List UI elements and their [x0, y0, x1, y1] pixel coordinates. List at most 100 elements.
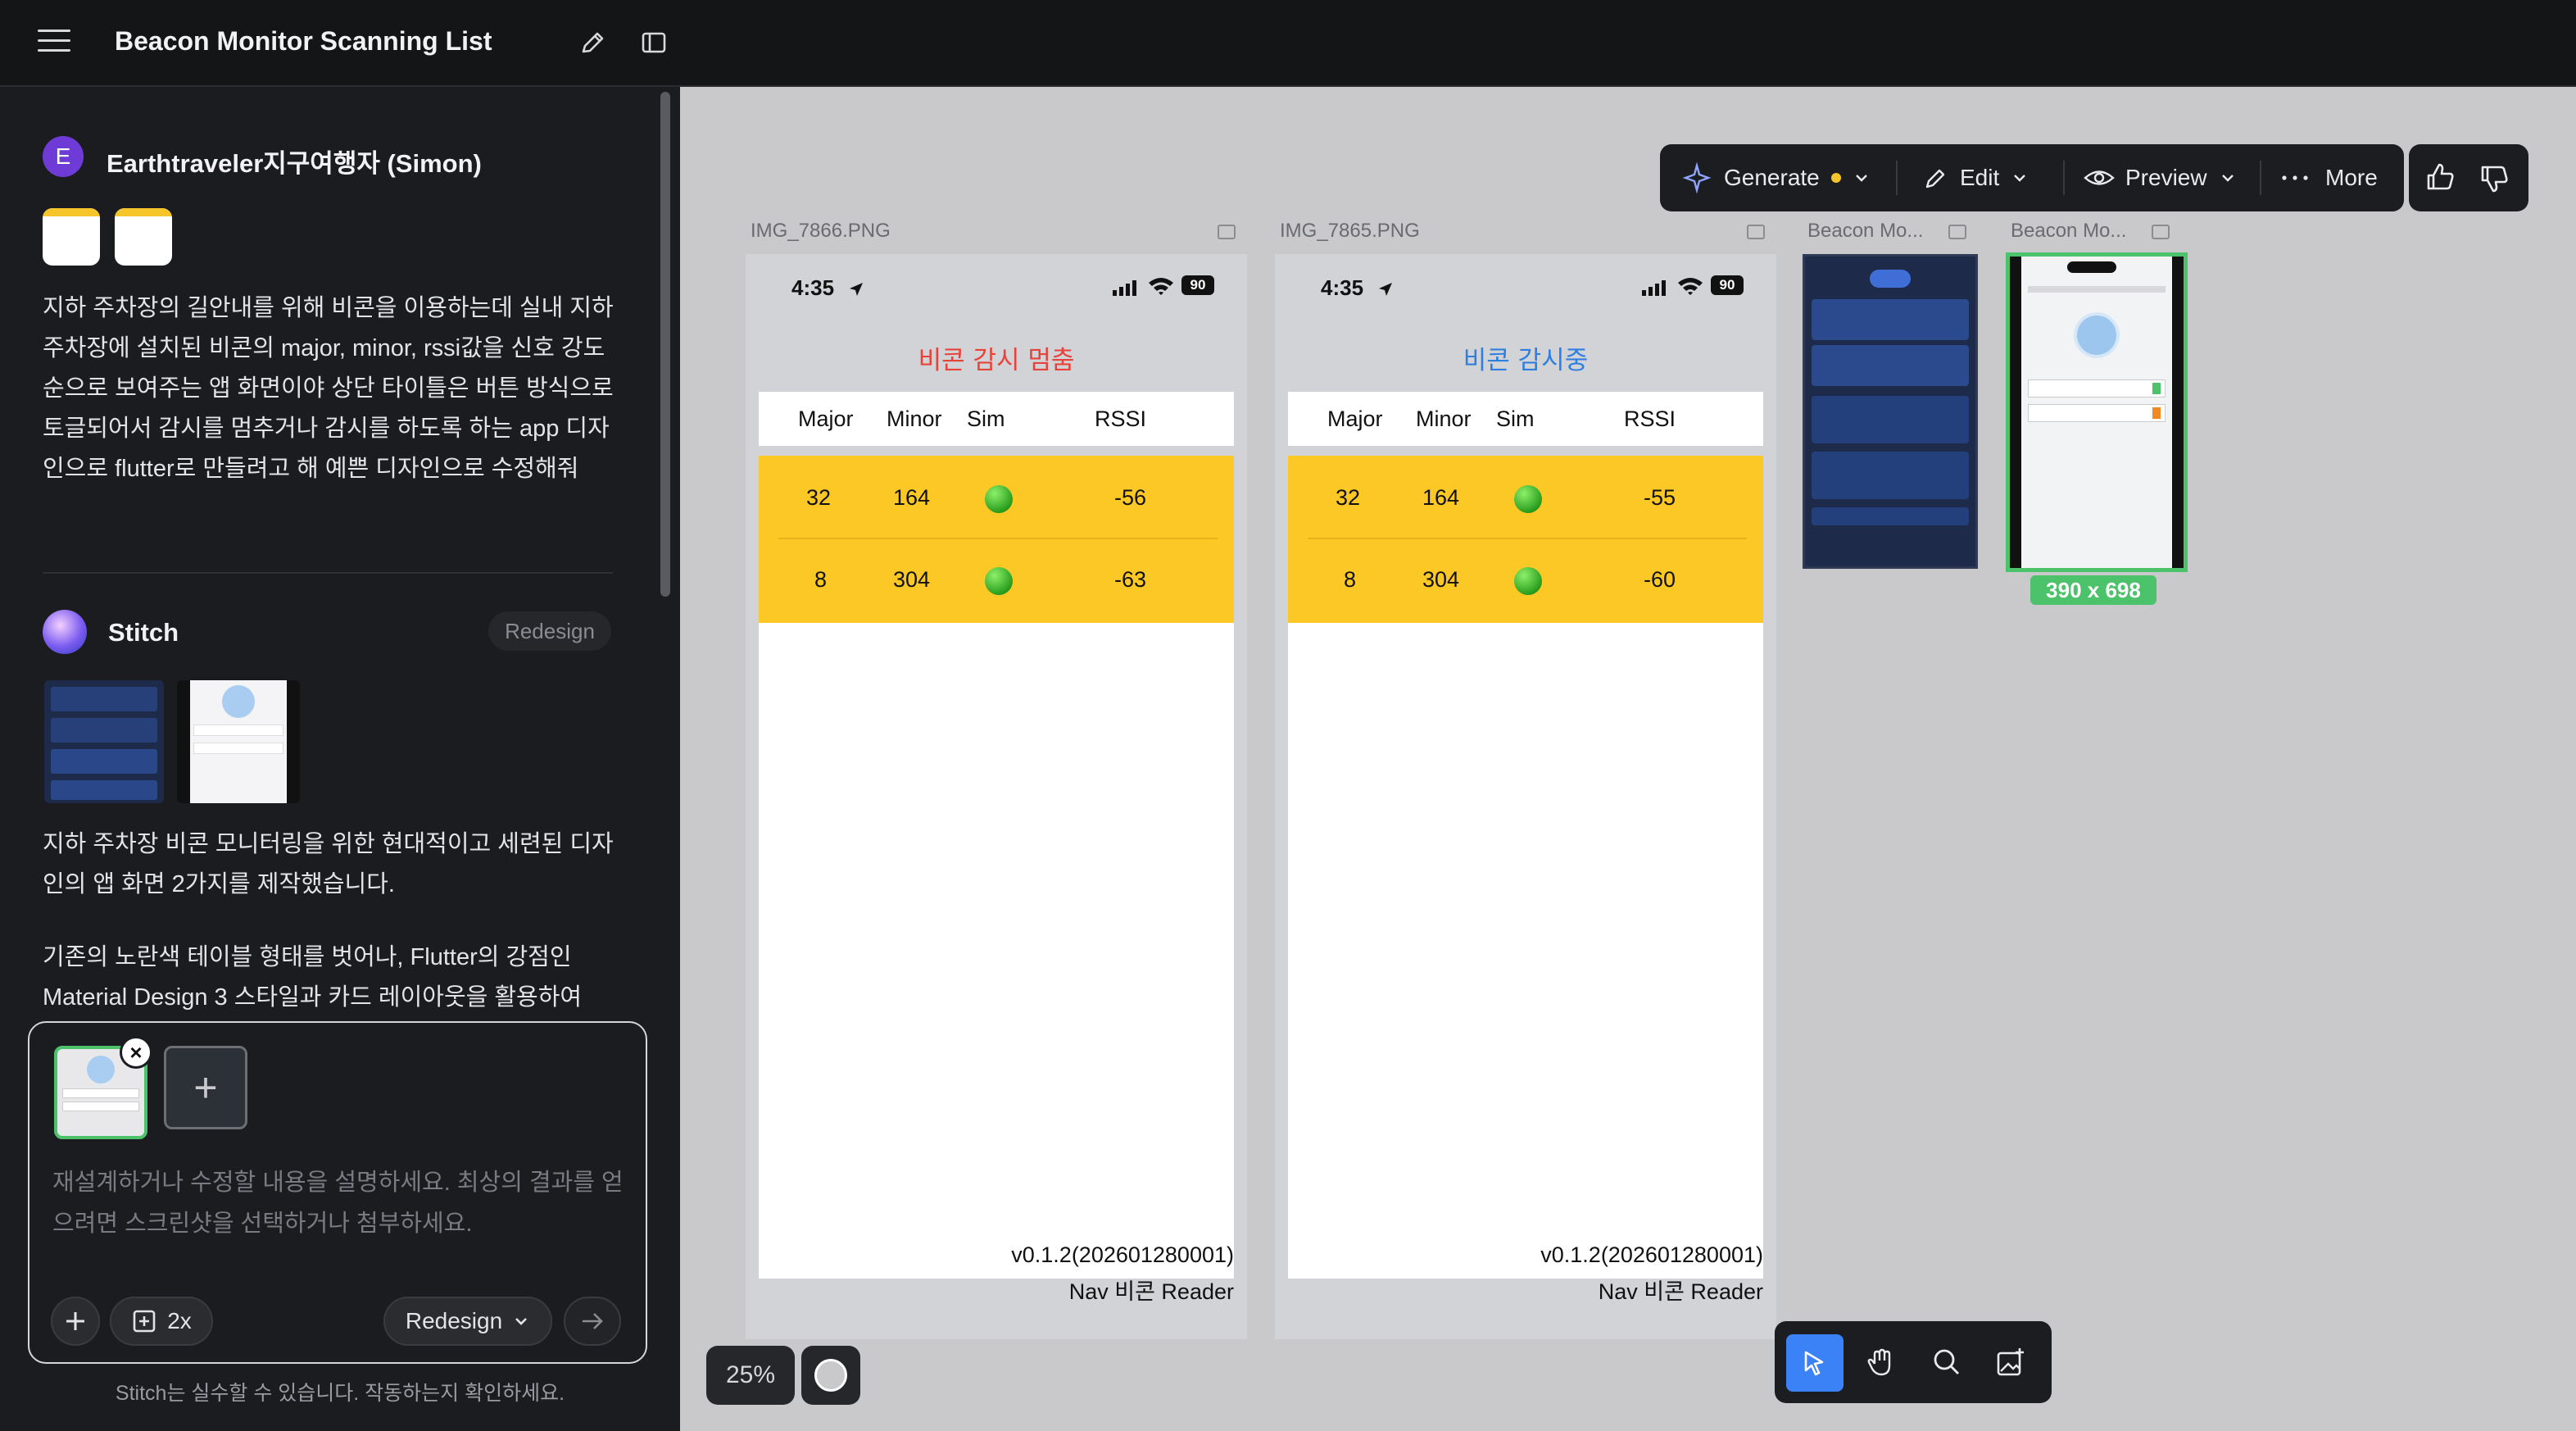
col-header-rssi: RSSI: [1624, 407, 1676, 431]
sim-status-dot: [985, 485, 1013, 513]
background-color-chip[interactable]: [801, 1346, 860, 1405]
monitor-toggle-title[interactable]: 비콘 감시중: [1275, 339, 1776, 376]
remove-attachment-button[interactable]: ×: [120, 1036, 152, 1069]
version-text: v0.1.2(202601280001): [1011, 1242, 1234, 1267]
frame-img-7865[interactable]: 4:35 90 비콘 감시중 Major Minor Sim RSSI 32 1…: [1275, 254, 1776, 1339]
ellipsis-icon: [2282, 175, 2308, 180]
top-bar: Beacon Monitor Scanning List: [0, 0, 2576, 87]
disclaimer: Stitch는 실수할 수 있습니다. 작동하는지 확인하세요.: [115, 1382, 565, 1405]
app-name-text: Nav 비콘 Reader: [1598, 1279, 1763, 1304]
row-rssi: -55: [1644, 485, 1676, 510]
frame-dark-design[interactable]: [1803, 254, 1978, 569]
status-time: 4:35: [1321, 275, 1364, 300]
mode-select-label: Redesign: [405, 1308, 503, 1333]
result-thumbnail-dark[interactable]: [44, 680, 164, 803]
zoom-level[interactable]: 25%: [706, 1346, 795, 1405]
frame-light-design-selected[interactable]: [2006, 252, 2188, 572]
frame-label: IMG_7865.PNG: [1280, 220, 1420, 242]
row-major: 32: [1336, 485, 1361, 510]
search-icon[interactable]: [1930, 1346, 1963, 1379]
table-header: Major Minor Sim RSSI: [759, 392, 1234, 446]
add-image-icon[interactable]: [1994, 1346, 2027, 1379]
attached-image-thumbnail[interactable]: [115, 208, 172, 266]
generate-label: Generate: [1724, 165, 1820, 190]
row-rssi: -60: [1644, 567, 1676, 592]
prompt-composer: × + 재설계하거나 수정할 내용을 설명하세요. 최상의 결과를 얻으려면 스…: [28, 1021, 647, 1364]
canvas-tools: [1775, 1321, 2052, 1403]
image-icon: [1948, 225, 1966, 239]
frame-label: IMG_7866.PNG: [751, 220, 891, 242]
row-major: 8: [1344, 567, 1357, 592]
chat-scrollbar[interactable]: [660, 92, 670, 597]
signal-icon: [1113, 280, 1136, 296]
variants-button[interactable]: 2x: [110, 1297, 213, 1346]
sparkle-icon: [1682, 162, 1712, 193]
color-swatch: [814, 1359, 847, 1392]
cursor-icon: [1804, 1351, 1824, 1376]
status-bar: 4:35 90: [746, 254, 1247, 320]
location-arrow-icon: [850, 283, 863, 296]
plus-icon: [66, 1312, 84, 1330]
prompt-input[interactable]: 재설계하거나 수정할 내용을 설명하세요. 최상의 결과를 얻으려면 스크린샷을…: [52, 1162, 634, 1244]
frame-label: Beacon Mo...: [1807, 220, 1924, 242]
toolbar-separator: [2063, 161, 2065, 195]
chevron-down-icon: [1855, 175, 1867, 182]
thumbs-down-icon[interactable]: [2478, 162, 2510, 195]
variants-icon: [133, 1310, 156, 1333]
thumbs-up-icon[interactable]: [2424, 161, 2456, 193]
app-name-text: Nav 비콘 Reader: [1068, 1279, 1234, 1304]
more-button[interactable]: More: [2281, 144, 2378, 211]
row-major: 32: [806, 485, 832, 510]
frame-img-7866[interactable]: 4:35 90 비콘 감시 멈춤 Major Minor Sim RSSI 32…: [746, 254, 1247, 1339]
preview-button[interactable]: Preview: [2083, 144, 2237, 211]
user-message: 지하 주차장의 길안내를 위해 비콘을 이용하는데 실내 지하 주차장에 설치된…: [43, 295, 614, 482]
send-button[interactable]: [564, 1297, 621, 1346]
wifi-icon: [1149, 278, 1173, 295]
generate-status-dot: [1830, 173, 1841, 183]
beacon-rows-bg: [1288, 456, 1763, 623]
row-divider: [778, 538, 1218, 539]
monitor-toggle-title[interactable]: 비콘 감시 멈춤: [746, 339, 1247, 376]
more-label: More: [2325, 165, 2378, 190]
signal-icon: [1642, 280, 1666, 296]
select-tool-button[interactable]: [1786, 1334, 1844, 1392]
attached-image-thumbnail[interactable]: [43, 208, 100, 266]
row-minor: 304: [1422, 567, 1460, 592]
hand-icon[interactable]: [1865, 1346, 1898, 1379]
arrow-right-icon: [583, 1313, 603, 1329]
battery-indicator: 90: [1181, 275, 1214, 295]
redesign-chip: Redesign: [488, 611, 611, 651]
col-header-rssi: RSSI: [1095, 407, 1147, 431]
mode-select[interactable]: Redesign: [383, 1297, 552, 1346]
image-icon: [2152, 225, 2170, 239]
col-header-major: Major: [798, 407, 854, 431]
pencil-icon[interactable]: [577, 26, 610, 59]
menu-icon[interactable]: [38, 30, 70, 54]
sim-status-dot: [985, 567, 1013, 595]
assistant-name: Stitch: [108, 618, 179, 647]
user-name: Earthtraveler지구여행자 (Simon): [107, 149, 482, 178]
add-button[interactable]: [51, 1297, 100, 1346]
result-thumbnail-light[interactable]: [177, 680, 300, 803]
message-divider: [43, 572, 613, 574]
chevron-down-icon: [2014, 175, 2026, 182]
chevron-down-icon: [515, 1318, 528, 1325]
sim-status-dot: [1514, 567, 1542, 595]
row-divider: [1308, 538, 1747, 539]
toolbar-separator: [1896, 161, 1898, 195]
generate-button[interactable]: Generate: [1681, 144, 1871, 211]
sidebar-toggle-icon[interactable]: [637, 26, 670, 59]
col-header-major: Major: [1327, 407, 1383, 431]
assistant-message-2: 기존의 노란색 테이블 형태를 벗어나, Flutter의 강점인 Materi…: [43, 944, 583, 1011]
assistant-message-1: 지하 주차장 비콘 모니터링을 위한 현대적이고 세련된 디자인의 앱 화면 2…: [43, 831, 614, 897]
user-avatar-initial: E: [55, 143, 71, 169]
pencil-icon: [1925, 169, 1945, 189]
design-canvas[interactable]: IMG_7866.PNG 4:35 90 비콘 감시 멈춤 Major Mino…: [680, 87, 2576, 1431]
table-header: Major Minor Sim RSSI: [1288, 392, 1763, 446]
beacon-rows-bg: [759, 456, 1234, 623]
edit-button[interactable]: Edit: [1922, 144, 2029, 211]
row-minor: 164: [893, 485, 931, 510]
add-attachment-button[interactable]: +: [164, 1046, 247, 1129]
stitch-avatar: [43, 610, 87, 654]
row-rssi: -56: [1114, 485, 1147, 510]
